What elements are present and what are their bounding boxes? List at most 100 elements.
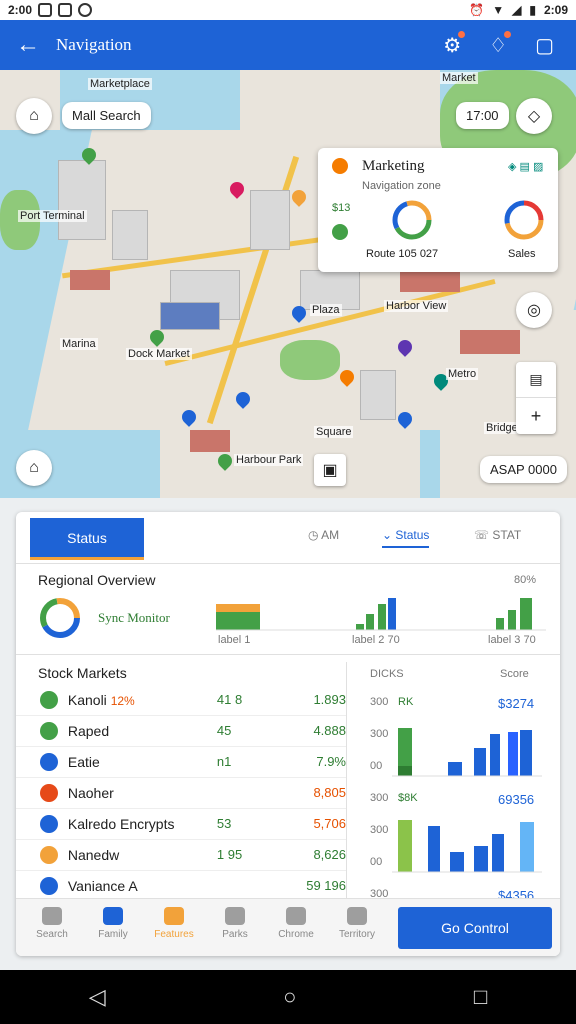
- list-item-mid: n1: [216, 754, 232, 769]
- list-item[interactable]: Eatie n1 7.9%: [16, 746, 346, 778]
- map-label: Port Terminal: [18, 210, 87, 222]
- list-item[interactable]: Kanoli 12% 41 8 1.893: [16, 684, 346, 716]
- app-title: Navigation: [56, 35, 132, 54]
- list-item-icon: [40, 814, 58, 833]
- overview-corner: 80%: [514, 574, 537, 586]
- map-label: Harbor View: [384, 300, 449, 312]
- nav-item[interactable]: Chrome: [266, 907, 326, 940]
- nav-item[interactable]: Search: [22, 907, 82, 940]
- nav-item[interactable]: Features: [144, 907, 204, 940]
- tab-stat[interactable]: ☏ STAT: [474, 528, 521, 542]
- nav-item[interactable]: Territory: [327, 907, 387, 940]
- right-stat-left: 300: [370, 728, 389, 740]
- nav-item[interactable]: Parks: [205, 907, 265, 940]
- right-bar-chart: [392, 728, 542, 873]
- list-item-value: 8,805: [313, 785, 346, 800]
- recents-icon[interactable]: □: [474, 984, 487, 1010]
- list-item-icon: [40, 876, 58, 895]
- right-stat-left: 00: [370, 760, 383, 772]
- list-item[interactable]: Raped 45 4.888: [16, 715, 346, 747]
- nav-icon: [164, 907, 184, 925]
- mini-bar: [216, 604, 260, 612]
- right-stat-left: 300: [370, 792, 389, 804]
- map-label: Dock Market: [126, 348, 192, 360]
- mini-bar: [366, 614, 374, 630]
- map-label: Metro: [446, 368, 479, 380]
- alert-icon[interactable]: ♢: [489, 30, 512, 58]
- alarm-icon: ⏰: [469, 3, 485, 17]
- home-icon[interactable]: ⌂: [16, 450, 52, 486]
- infocard-donut-2: [504, 200, 544, 240]
- list-item[interactable]: Kalredo Encrypts 53 5,706: [16, 808, 346, 840]
- zoom-in-icon[interactable]: +: [516, 398, 556, 434]
- mini-bar: [388, 598, 396, 630]
- time-chip[interactable]: 17:00: [456, 102, 509, 129]
- tab-am-label: AM: [321, 528, 340, 542]
- infocard-actions[interactable]: ◈ ▤ ▨: [508, 160, 543, 173]
- list-item-value: 7.9%: [316, 754, 346, 769]
- nav-icon: [42, 907, 62, 925]
- signal-icon: ◢: [512, 3, 522, 17]
- go-control-button[interactable]: Go Control: [398, 907, 552, 949]
- tab-status-2[interactable]: ⌄ Status: [382, 528, 430, 548]
- list-item[interactable]: Naoher 8,805: [16, 777, 346, 809]
- list-item-name: Kanoli 12%: [67, 691, 135, 708]
- infocard-subtitle: Navigation zone: [362, 180, 441, 192]
- nav-item[interactable]: Family: [83, 907, 143, 940]
- chart-bar: [450, 852, 464, 872]
- list-title: Stock Markets: [38, 665, 127, 681]
- camera-icon[interactable]: ▣: [314, 454, 346, 486]
- directions-icon[interactable]: ◇: [516, 98, 552, 134]
- right-col-header-2: Score: [500, 668, 529, 680]
- chart-bar: [448, 762, 462, 776]
- settings-icon[interactable]: ⚙: [443, 30, 466, 58]
- infocard-footer-left: Route 105 027: [366, 248, 439, 260]
- app-bar: ← Navigation ⚙ ♢ ▢: [0, 20, 576, 70]
- nav-label: Chrome: [278, 929, 314, 940]
- arrow-left-icon[interactable]: ←: [0, 31, 56, 59]
- eta-chip[interactable]: ASAP 0000: [480, 456, 567, 483]
- nav-label: Family: [98, 929, 128, 940]
- list-item-icon: [40, 783, 58, 802]
- tab-stat-label: STAT: [492, 528, 522, 542]
- list-item-value: 59 196: [306, 878, 346, 893]
- right-stat-left: 300: [370, 824, 389, 836]
- mini-bar: [356, 624, 364, 630]
- place-info-card[interactable]: Marketing Navigation zone ◈ ▤ ▨ $13 Rout…: [318, 148, 558, 272]
- tab-bar: Status ◷ AM ⌄ Status ☏ STAT: [16, 512, 560, 564]
- mini-bar: [216, 612, 260, 630]
- infocard-footer-right: Sales: [508, 248, 536, 260]
- chart-bar: [520, 730, 532, 776]
- mini-bar: [520, 598, 532, 630]
- list-item-mid: 41 8: [216, 692, 243, 707]
- list-item-name: Eatie: [67, 753, 100, 770]
- nav-icon: [103, 907, 123, 925]
- back-icon[interactable]: ◁: [89, 984, 106, 1010]
- map-search-chip[interactable]: Mall Search: [62, 102, 151, 129]
- home-icon[interactable]: ⌂: [16, 98, 52, 134]
- home-button-icon[interactable]: ○: [283, 984, 296, 1010]
- list-item-name: Naoher: [67, 784, 114, 801]
- locate-icon[interactable]: ◎: [516, 292, 552, 328]
- map-view[interactable]: Marketplace Port Terminal Marina Dock Ma…: [0, 70, 576, 498]
- list-item-icon: [40, 845, 58, 864]
- tab-status[interactable]: Status: [30, 518, 144, 560]
- chart-bar: [474, 748, 486, 776]
- mini-axis-1: label 1: [218, 634, 251, 646]
- chat-icon[interactable]: ▢: [535, 33, 554, 58]
- mini-bar: [508, 610, 516, 630]
- nav-icon: [286, 907, 306, 925]
- overview-title: Regional Overview: [38, 572, 156, 588]
- right-stat-right: $3274: [498, 696, 535, 711]
- list-item[interactable]: Nanedw 1 95 8,626: [16, 839, 346, 871]
- map-label: Plaza: [310, 304, 342, 316]
- nav-label: Features: [154, 929, 194, 940]
- nav-label: Parks: [222, 929, 248, 940]
- donut-label: Sync Monitor: [98, 610, 170, 625]
- infocard-donut-1: [392, 200, 432, 240]
- tab-am[interactable]: ◷ AM: [308, 528, 339, 542]
- nav-icon: [225, 907, 245, 925]
- list-item-name: Nanedw: [67, 846, 120, 863]
- nav-label: Territory: [338, 929, 376, 940]
- layers-icon[interactable]: ▤: [516, 362, 556, 398]
